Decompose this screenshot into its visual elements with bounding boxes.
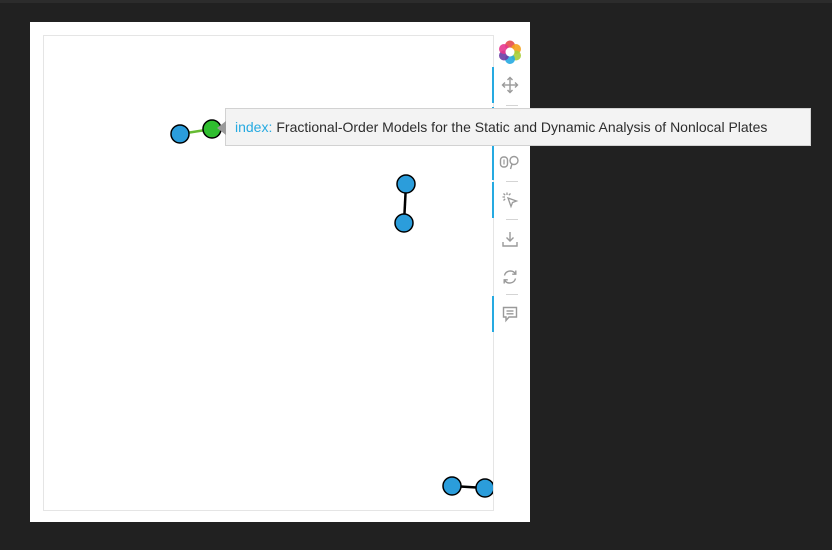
hover-tooltip: index: Fractional-Order Models for the S… — [217, 108, 811, 146]
bokeh-logo — [492, 34, 528, 70]
comment-tool[interactable] — [492, 296, 528, 332]
window-top-bar — [0, 0, 832, 3]
toolbar-separator — [506, 294, 518, 295]
graph-node[interactable] — [475, 478, 493, 498]
graph-node[interactable] — [396, 174, 416, 194]
pan-tool-icon — [501, 76, 519, 94]
graph-node[interactable] — [394, 213, 414, 233]
hover-tool[interactable] — [492, 144, 528, 180]
nodes — [170, 119, 493, 498]
comment-tool-icon — [502, 306, 518, 323]
logo-icon — [499, 40, 521, 64]
tooltip-value: Fractional-Order Models for the Static a… — [276, 119, 768, 135]
edges — [179, 127, 486, 490]
toolbar-separator — [506, 105, 518, 106]
reset-tool-icon — [503, 270, 517, 284]
graph-canvas[interactable] — [43, 35, 494, 511]
graph-node[interactable] — [442, 476, 462, 496]
pan-tool[interactable] — [492, 67, 528, 103]
tap-tool-icon — [502, 192, 519, 209]
plot-panel — [30, 22, 530, 522]
tooltip-key: index: — [235, 119, 273, 135]
toolbar-separator — [506, 219, 518, 220]
save-tool[interactable] — [492, 221, 528, 257]
tap-tool[interactable] — [492, 182, 528, 218]
tooltip-arrow — [217, 121, 226, 135]
reset-tool[interactable] — [492, 259, 528, 295]
plot-toolbar — [492, 35, 528, 335]
graph-node[interactable] — [170, 124, 190, 144]
hover-tool-icon — [499, 155, 519, 170]
save-tool-icon — [502, 232, 518, 247]
